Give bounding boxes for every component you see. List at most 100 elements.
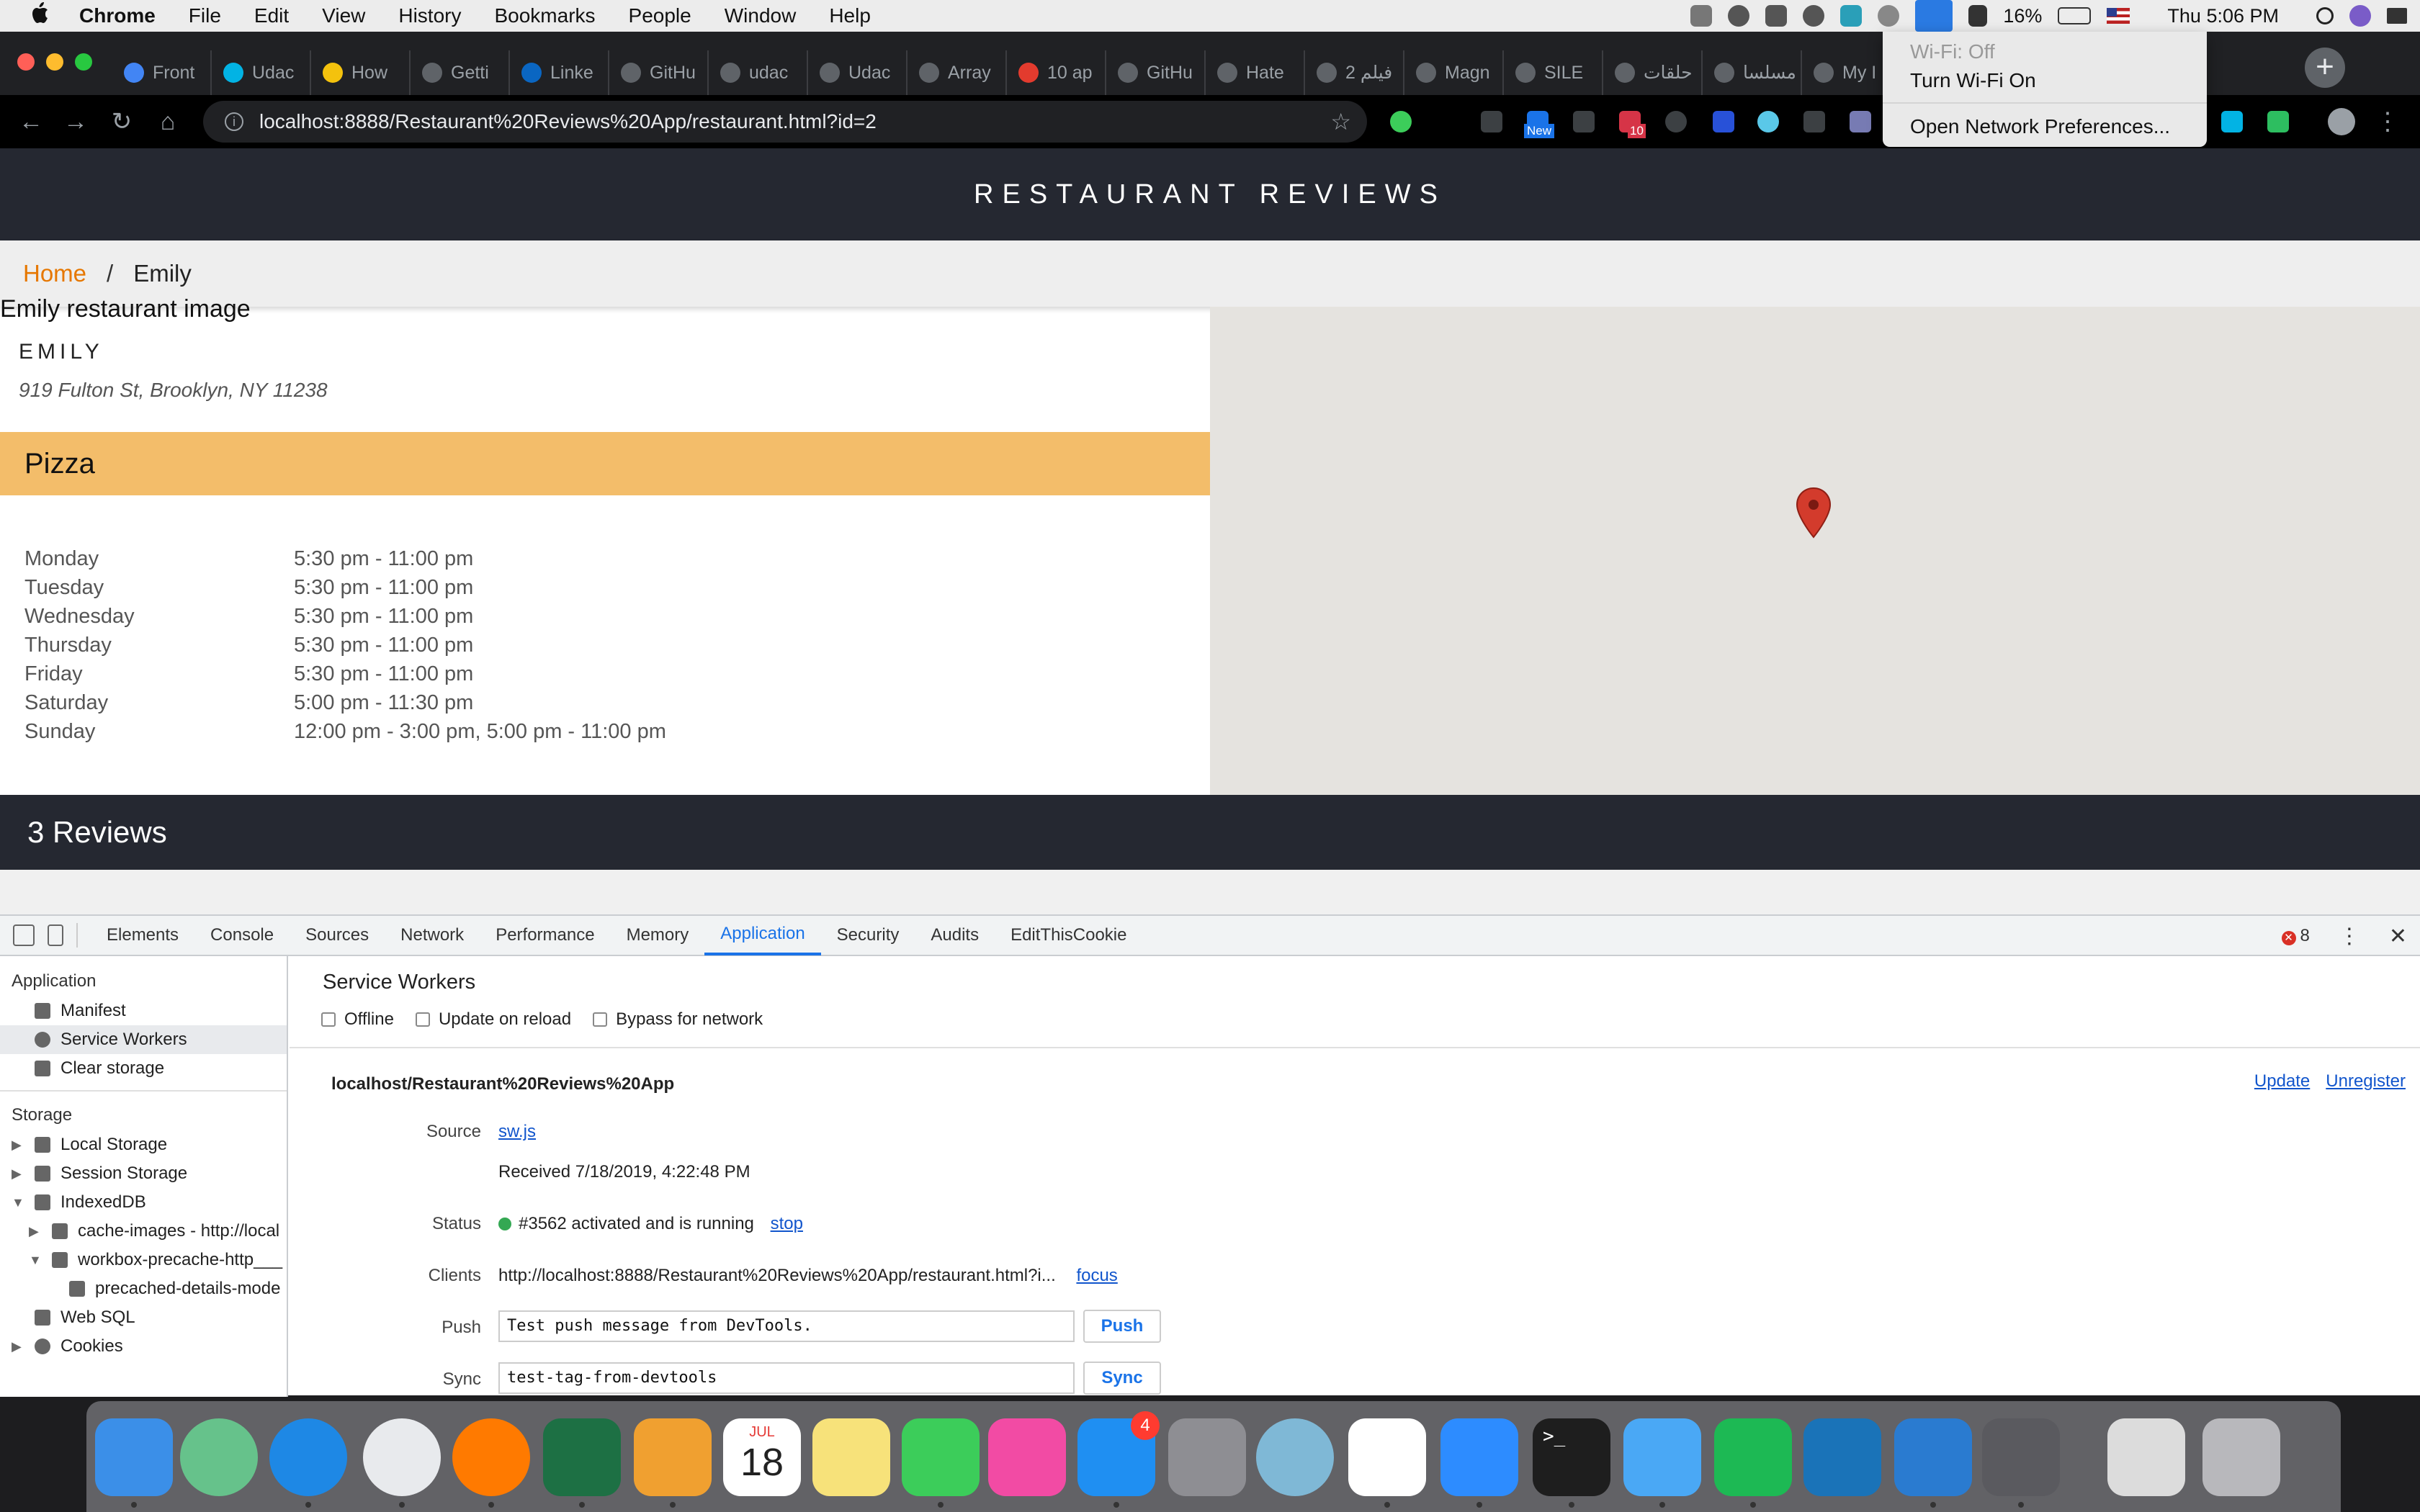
site-info-icon[interactable]: i [225, 112, 243, 131]
app-store-icon[interactable]: 4 [1077, 1411, 1160, 1496]
browser-tab[interactable]: SILE [1504, 50, 1603, 95]
source-link[interactable]: sw.js [498, 1122, 536, 1142]
menu-people[interactable]: People [629, 4, 691, 27]
browser-tab[interactable]: مسلسا [1703, 50, 1802, 95]
menu-window[interactable]: Window [725, 4, 797, 27]
site-header[interactable]: RESTAURANT REVIEWS [0, 148, 2420, 240]
devtools-tab-elements[interactable]: Elements [91, 915, 194, 955]
facetime-icon[interactable] [902, 1418, 980, 1496]
wifi-icon[interactable] [1915, 0, 1953, 32]
atom-icon[interactable] [180, 1418, 258, 1496]
home-icon[interactable]: ⌂ [154, 108, 182, 135]
unregister-link[interactable]: Unregister [2326, 1071, 2406, 1092]
chat-extension-icon[interactable] [1803, 111, 1825, 132]
expand-arrow-icon[interactable]: ▶ [12, 1332, 29, 1361]
sync-tag-input[interactable]: test-tag-from-devtools [498, 1362, 1075, 1394]
breadcrumb-home-link[interactable]: Home [23, 260, 86, 287]
sidebar-item-idb-workbox[interactable]: ▼ workbox-precache-http___ [0, 1246, 287, 1274]
menu-edit[interactable]: Edit [254, 4, 289, 27]
profile-avatar[interactable] [2328, 108, 2355, 135]
udacity-extension-icon[interactable] [2221, 111, 2243, 132]
checkbox-box[interactable] [415, 1012, 430, 1027]
devtools-tab-network[interactable]: Network [385, 915, 480, 955]
cloud-icon[interactable] [1878, 5, 1900, 27]
sidebar-item-idb-precached[interactable]: precached-details-mode [0, 1274, 287, 1303]
browser-tab[interactable]: How [311, 50, 411, 95]
spotlight-search-icon[interactable] [2316, 7, 2334, 24]
itunes-icon[interactable] [988, 1418, 1066, 1496]
bookmark-extension-icon[interactable] [1713, 111, 1734, 132]
bookmark-star-icon[interactable]: ☆ [1330, 108, 1351, 135]
slack-icon[interactable] [1348, 1418, 1426, 1496]
sidebar-item-web-sql[interactable]: Web SQL [0, 1303, 287, 1332]
battery-icon[interactable] [2058, 7, 2092, 24]
devtools-tab-memory[interactable]: Memory [611, 915, 705, 955]
sidebar-item-local-storage[interactable]: ▶ Local Storage [0, 1130, 287, 1159]
sidebar-item-cookies[interactable]: ▶ Cookies [0, 1332, 287, 1361]
evernote-icon[interactable] [2267, 111, 2289, 132]
menu-help[interactable]: Help [829, 4, 871, 27]
tableplus-icon[interactable] [1982, 1418, 2060, 1496]
push-button[interactable]: Push [1083, 1310, 1161, 1343]
browser-tab[interactable]: حلقات [1603, 50, 1703, 95]
chrome-menu-icon[interactable]: ⋮ [2374, 108, 2401, 135]
circle-extension-icon[interactable] [1665, 111, 1687, 132]
dropbox-icon[interactable] [1690, 5, 1713, 27]
expand-arrow-icon[interactable]: ▶ [29, 1217, 46, 1246]
devtools-tab-sources[interactable]: Sources [290, 915, 385, 955]
checkbox-box[interactable] [321, 1012, 336, 1027]
browser-tab[interactable]: Linke [510, 50, 609, 95]
browser-tab[interactable]: Magn [1404, 50, 1504, 95]
trash-icon[interactable] [2202, 1418, 2280, 1496]
bypass-for-network-checkbox[interactable]: Bypass for network [593, 1009, 763, 1030]
code-extension-icon[interactable] [1573, 111, 1595, 132]
browser-tab[interactable]: udac [709, 50, 808, 95]
vscode-icon[interactable] [1894, 1418, 1972, 1496]
documents-icon[interactable] [2107, 1418, 2185, 1496]
extension-icon[interactable] [1390, 111, 1412, 132]
browser-tab[interactable]: Udac [212, 50, 311, 95]
inspect-element-icon[interactable] [13, 924, 35, 946]
network-preferences-item[interactable]: Open Network Preferences... [1883, 112, 2207, 141]
devtools-tab-editthiscookie[interactable]: EditThisCookie [995, 915, 1142, 955]
update-link[interactable]: Update [2254, 1071, 2310, 1092]
error-counter[interactable]: ✕ 8 [2281, 926, 2310, 946]
browser-tab[interactable]: Getti [411, 50, 510, 95]
browser-tab[interactable]: Front [112, 50, 212, 95]
offline-checkbox[interactable]: Offline [321, 1009, 394, 1030]
new-extension-icon[interactable]: New [1524, 111, 1555, 138]
expand-arrow-icon[interactable]: ▶ [12, 1159, 29, 1188]
network-radar-icon[interactable] [1256, 1418, 1334, 1496]
zoom-icon[interactable] [1440, 1418, 1518, 1496]
menu-chrome[interactable]: Chrome [79, 4, 156, 27]
devtools-tab-performance[interactable]: Performance [480, 915, 610, 955]
m-extension-icon[interactable]: 10 [1619, 111, 1646, 138]
browser-tab[interactable]: Udac [808, 50, 908, 95]
react-devtools-icon[interactable] [1757, 111, 1779, 132]
push-message-input[interactable]: Test push message from DevTools. [498, 1310, 1075, 1342]
clipboard-icon[interactable] [1765, 5, 1788, 27]
browser-tab[interactable]: فيلم 2 [1305, 50, 1404, 95]
update-on-reload-checkbox[interactable]: Update on reload [415, 1009, 571, 1030]
camera-extension-icon[interactable] [1481, 111, 1502, 132]
browser-tab[interactable]: 10 ap [1007, 50, 1106, 95]
devtools-tab-application[interactable]: Application [704, 915, 821, 955]
chrome-tray-icon[interactable] [1728, 5, 1750, 27]
menu-file[interactable]: File [189, 4, 221, 27]
calendar-icon[interactable]: JUL 18 [723, 1418, 801, 1496]
minimize-window-button[interactable] [46, 53, 63, 71]
clock[interactable]: Thu 5:06 PM [2167, 5, 2279, 27]
system-preferences-icon[interactable] [1168, 1418, 1246, 1496]
collapse-arrow-icon[interactable]: ▼ [12, 1188, 29, 1217]
stop-link[interactable]: stop [771, 1214, 803, 1233]
sidebar-item-session-storage[interactable]: ▶ Session Storage [0, 1159, 287, 1188]
reload-icon[interactable]: ↻ [108, 108, 135, 135]
map-container[interactable] [1210, 307, 2420, 804]
edge-icon[interactable] [1803, 1418, 1881, 1496]
chrome-icon[interactable] [363, 1418, 441, 1496]
sidebar-item-service-workers[interactable]: Service Workers [0, 1025, 287, 1054]
sidebar-item-indexeddb[interactable]: ▼ IndexedDB [0, 1188, 287, 1217]
apple-menu-icon[interactable] [27, 2, 53, 30]
devtools-tab-console[interactable]: Console [194, 915, 290, 955]
browser-tab[interactable]: Array [908, 50, 1007, 95]
